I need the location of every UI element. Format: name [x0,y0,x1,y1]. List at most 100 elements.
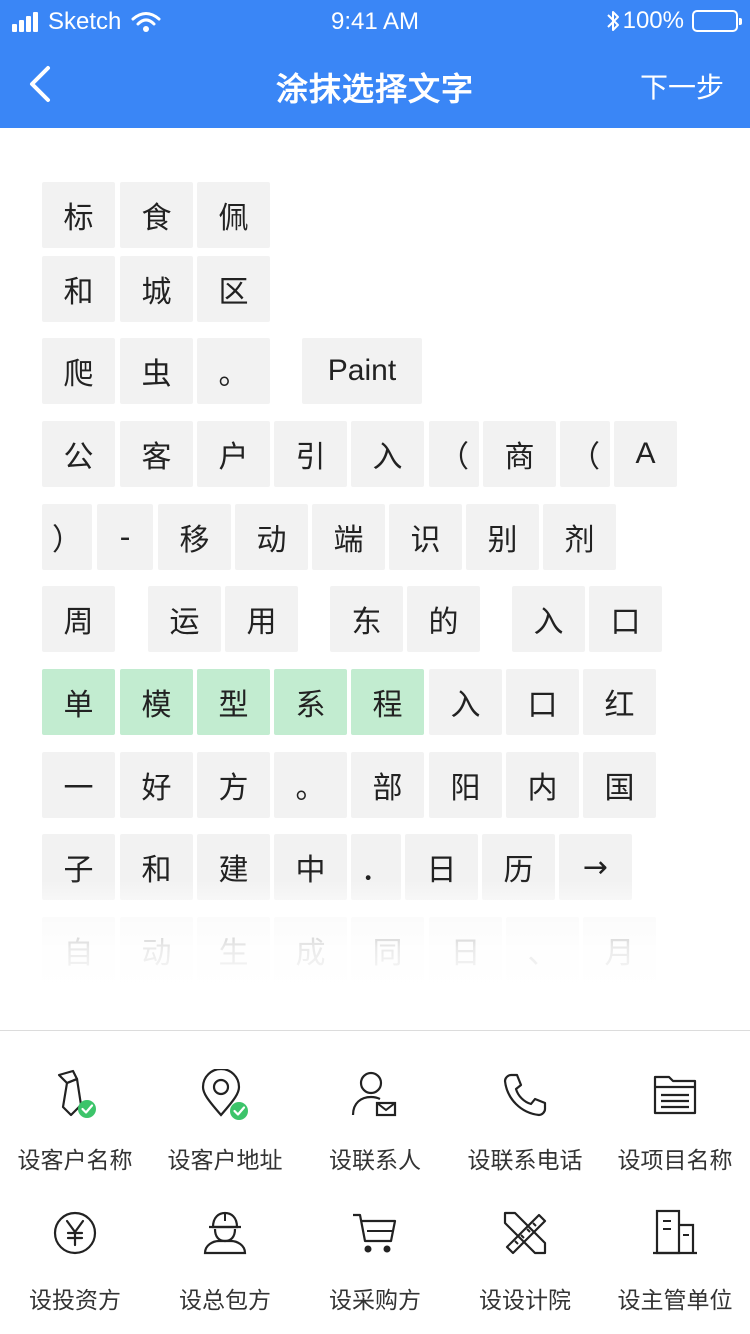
char-cell[interactable]: ） [42,504,92,570]
set-contact-person-button[interactable]: 设联系人 [300,1031,450,1174]
char-cell[interactable]: 口 [506,669,579,735]
char-cell[interactable]: 移 [158,504,231,570]
header: Sketch 9:41 AM 100% 涂抹选择文字 下一步 [0,0,750,128]
char-cell[interactable]: 历 [482,834,555,900]
tool-label: 设客户地址 [167,1148,283,1174]
char-cell[interactable]: 同 [351,917,424,983]
char-cell[interactable]: 别 [466,504,539,570]
char-cell[interactable]: 客 [120,421,193,487]
char-cell[interactable]: 入 [512,586,585,652]
char-cell-selected[interactable]: 程 [351,669,424,735]
char-cell[interactable]: 国 [583,752,656,818]
char-cell[interactable]: 方 [197,752,270,818]
set-contact-phone-button[interactable]: 设联系电话 [450,1031,600,1174]
char-cell[interactable]: 和 [42,256,115,322]
char-cell[interactable]: 月 [583,917,656,983]
char-cell[interactable]: 动 [120,917,193,983]
char-cell[interactable]: 动 [235,504,308,570]
tool-label: 设客户名称 [17,1148,133,1174]
char-cell[interactable]: 周 [42,586,115,652]
phone-icon [503,1073,547,1117]
tool-label: 设投资方 [29,1288,121,1314]
char-cell[interactable]: → [559,834,632,900]
char-cell[interactable]: 建 [197,834,270,900]
battery-icon [692,10,742,32]
set-project-name-button[interactable]: 设项目名称 [600,1031,750,1174]
char-cell-selected[interactable]: 单 [42,669,115,735]
char-cell[interactable]: 日 [429,917,502,983]
status-bar: Sketch 9:41 AM 100% [0,0,750,44]
char-cell-selected[interactable]: 系 [274,669,347,735]
char-cell-selected[interactable]: 模 [120,669,193,735]
char-cell[interactable]: 和 [120,834,193,900]
char-cell[interactable]: 中 [274,834,347,900]
char-cell[interactable]: 引 [274,421,347,487]
location-icon [201,1069,248,1120]
char-cell[interactable]: 子 [42,834,115,900]
bluetooth-icon [606,11,619,31]
battery-percent: 100% [622,7,684,34]
char-cell[interactable]: 东 [330,586,403,652]
cart-icon [353,1213,397,1253]
set-purchaser-button[interactable]: 设采购方 [300,1171,450,1314]
tool-label: 设设计院 [479,1288,571,1314]
set-customer-address-button[interactable]: 设客户地址 [150,1031,300,1174]
char-cell[interactable]: 爬 [42,338,115,404]
char-cell[interactable]: 、 [506,917,579,983]
char-cell[interactable]: A [614,421,677,487]
set-general-contractor-button[interactable]: 设总包方 [150,1171,300,1314]
ruler-pencil-icon [503,1211,547,1255]
char-cell[interactable]: （ [429,421,479,487]
char-cell[interactable]: 佩 [197,182,270,248]
char-cell[interactable]: 红 [583,669,656,735]
char-cell[interactable]: 区 [197,256,270,322]
char-cell[interactable]: 阳 [429,752,502,818]
next-step-button[interactable]: 下一步 [640,66,724,106]
char-cell[interactable]: 户 [197,421,270,487]
field-tools: 设客户名称 设客户地址 设联系人 设联系电话 设项目名称 设投资方 设总包方 设… [0,1031,750,1334]
nav-bar: 涂抹选择文字 下一步 [0,44,750,128]
char-cell[interactable]: 。 [197,338,270,404]
set-design-institute-button[interactable]: 设设计院 [450,1171,600,1314]
char-cell[interactable]: 日 [405,834,478,900]
building-icon [653,1209,697,1255]
set-authority-button[interactable]: 设主管单位 [600,1171,750,1314]
char-cell-selected[interactable]: 型 [197,669,270,735]
char-cell[interactable]: 食 [120,182,193,248]
char-cell[interactable]: 。 [274,752,347,818]
char-cell[interactable]: 虫 [120,338,193,404]
char-cell[interactable]: 的 [407,586,480,652]
character-grid[interactable]: 标 食 佩 和 城 区 爬 虫 。 Paint 公 客 户 引 入 （ 商 （ … [0,128,750,1030]
char-cell[interactable]: 成 [274,917,347,983]
char-cell[interactable]: 入 [351,421,424,487]
char-cell[interactable]: 剂 [543,504,616,570]
char-cell[interactable]: 标 [42,182,115,248]
char-cell[interactable]: 商 [483,421,556,487]
tool-label: 设总包方 [179,1288,271,1314]
char-cell[interactable]: 识 [389,504,462,570]
tool-label: 设采购方 [329,1288,421,1314]
char-cell[interactable]: 入 [429,669,502,735]
char-cell[interactable]: 一 [42,752,115,818]
char-cell[interactable]: 好 [120,752,193,818]
char-cell[interactable]: 城 [120,256,193,322]
char-cell[interactable]: 内 [506,752,579,818]
char-cell[interactable]: 运 [148,586,221,652]
char-cell[interactable]: ． [351,834,401,900]
page-title: 涂抹选择文字 [275,70,474,108]
char-cell[interactable]: 公 [42,421,115,487]
tool-label: 设项目名称 [617,1148,733,1174]
char-cell[interactable]: - [97,504,153,570]
contact-person-icon [351,1071,397,1117]
set-investor-button[interactable]: 设投资方 [0,1171,150,1314]
set-customer-name-button[interactable]: 设客户名称 [0,1031,150,1174]
char-cell[interactable]: 部 [351,752,424,818]
char-cell[interactable]: （ [560,421,610,487]
char-cell[interactable]: 用 [225,586,298,652]
char-cell[interactable]: 生 [197,917,270,983]
char-cell[interactable]: 端 [312,504,385,570]
folder-list-icon [653,1075,697,1115]
char-cell[interactable]: 口 [589,586,662,652]
char-cell[interactable]: 自 [42,917,115,983]
word-cell[interactable]: Paint [302,338,422,404]
